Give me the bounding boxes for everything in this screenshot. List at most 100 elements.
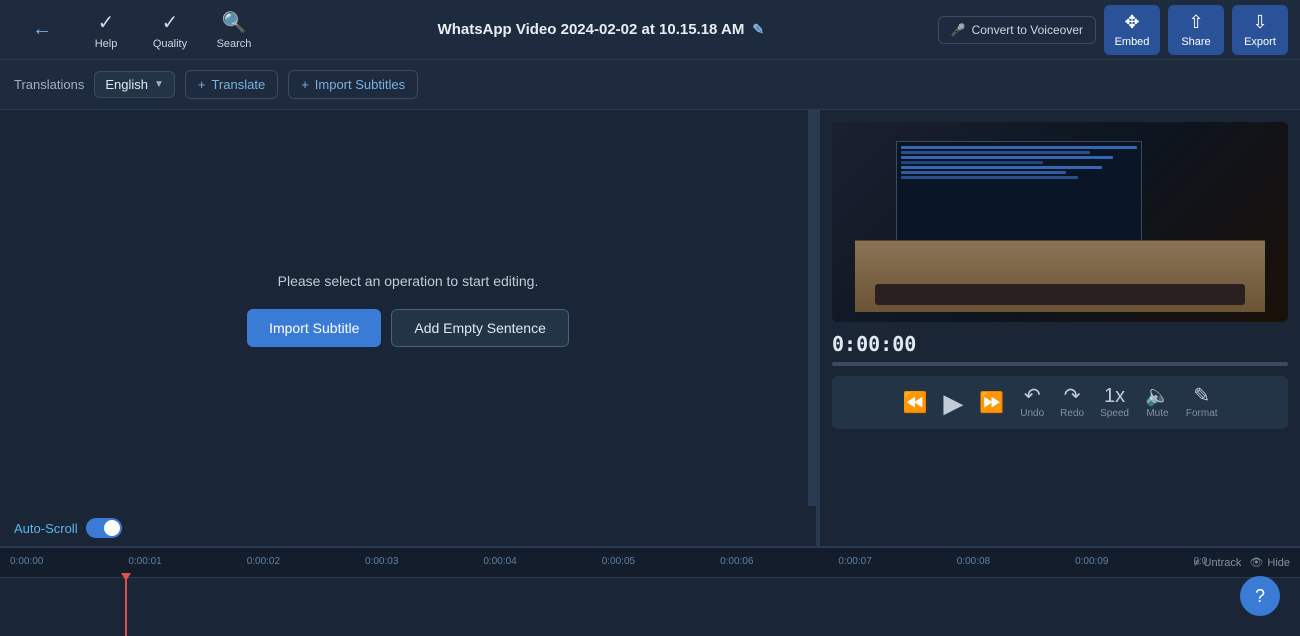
timeline-track[interactable] — [0, 578, 1300, 636]
language-value: English — [105, 77, 148, 92]
rewind-group: ⏪ — [902, 393, 927, 413]
timestamp-mark: 0:00:00 — [10, 556, 43, 567]
timeline-controls-right: ≠ Untrack 👁 Hide — [1193, 556, 1290, 569]
navbar: ← ✓ Help ✓ Quality 🔍 Search WhatsApp Vid… — [0, 0, 1300, 60]
translate-label: Translate — [211, 77, 265, 92]
hide-icon: 👁 — [1249, 556, 1263, 569]
video-preview — [832, 122, 1288, 322]
video-thumbnail — [832, 122, 1288, 322]
export-button[interactable]: ⇩ Export — [1232, 5, 1288, 55]
mute-group: 🔈 Mute — [1145, 386, 1170, 419]
code-line — [901, 151, 1090, 154]
export-icon: ⇩ — [1252, 12, 1267, 33]
timestamp-mark: 0:00:07 — [838, 556, 871, 567]
hide-label: Hide — [1267, 557, 1290, 569]
convert-voiceover-button[interactable]: 🎤 Convert to Voiceover — [938, 16, 1096, 44]
timestamp-mark: 0:00:02 — [247, 556, 280, 567]
export-label: Export — [1244, 36, 1276, 48]
page-title: WhatsApp Video 2024-02-02 at 10.15.18 AM — [438, 21, 745, 38]
main-content: Please select an operation to start edit… — [0, 110, 1300, 546]
playhead — [125, 578, 127, 636]
auto-scroll-label: Auto-Scroll — [14, 521, 78, 536]
play-button[interactable]: ▶ — [943, 390, 963, 416]
help-fab-button[interactable]: ? — [1240, 576, 1280, 616]
timeline-timestamps: 0:00:00 0:00:01 0:00:02 0:00:03 0:00:04 0:00:… — [10, 550, 1193, 576]
mute-button[interactable]: 🔈 — [1145, 386, 1170, 406]
search-icon: 🔍 — [222, 10, 247, 35]
redo-label: Redo — [1060, 408, 1084, 419]
subtitle-bar: Translations English ▼ + Translate + Imp… — [0, 60, 1300, 110]
scroll-track[interactable] — [808, 110, 816, 506]
translate-icon: + — [198, 77, 206, 92]
speed-button[interactable]: 1x — [1104, 386, 1125, 406]
quality-button[interactable]: ✓ Quality — [140, 3, 200, 57]
back-button[interactable]: ← — [12, 3, 72, 57]
hands-area — [855, 240, 1265, 312]
search-button[interactable]: 🔍 Search — [204, 3, 264, 57]
time-display: 0:00:00 — [832, 332, 916, 356]
timeline-header: 0:00:000:00:010:00:020:00:030:00:040:00:… — [0, 548, 1300, 578]
convert-icon: 🎤 — [951, 23, 966, 37]
share-label: Share — [1181, 36, 1210, 48]
editing-area: Please select an operation to start edit… — [0, 110, 816, 510]
timestamp-mark: 0:00:06 — [720, 556, 753, 567]
speed-group: 1x Speed — [1100, 386, 1129, 419]
language-selector[interactable]: English ▼ — [94, 71, 175, 98]
translate-button[interactable]: + Translate — [185, 70, 278, 99]
editing-prompt: Please select an operation to start edit… — [278, 273, 539, 289]
timestamp-mark: 0:00:01 — [128, 556, 161, 567]
time-section: 0:00:00 — [832, 332, 1288, 366]
editing-actions: Import Subtitle Add Empty Sentence — [247, 309, 569, 347]
code-line — [901, 156, 1114, 159]
timestamp-mark: 0:00:04 — [483, 556, 516, 567]
timestamp-mark: 0:0 — [1193, 556, 1207, 567]
hide-button[interactable]: 👁 Hide — [1249, 556, 1290, 569]
undo-button[interactable]: ↶ — [1024, 386, 1041, 406]
format-group: ✎ Format — [1186, 386, 1218, 419]
help-nav-label: Help — [95, 38, 118, 50]
import-subtitle-button[interactable]: Import Subtitle — [247, 309, 381, 347]
auto-scroll-toggle[interactable] — [86, 518, 122, 538]
fastforward-button[interactable]: ⏩ — [979, 393, 1004, 413]
format-label: Format — [1186, 408, 1218, 419]
timestamp-mark: 0:00:03 — [365, 556, 398, 567]
nav-left: ← ✓ Help ✓ Quality 🔍 Search — [12, 3, 264, 57]
timestamp-mark: 0:00:05 — [602, 556, 635, 567]
nav-title: WhatsApp Video 2024-02-02 at 10.15.18 AM… — [264, 21, 938, 38]
rewind-button[interactable]: ⏪ — [902, 393, 927, 413]
undo-group: ↶ Undo — [1020, 386, 1044, 419]
keyboard-simulation — [875, 284, 1244, 305]
untrack-label: Untrack — [1204, 557, 1242, 569]
speed-value: 1x — [1104, 385, 1125, 407]
embed-button[interactable]: ✥ Embed — [1104, 5, 1160, 55]
auto-scroll-bar: Auto-Scroll — [0, 510, 816, 546]
progress-bar[interactable] — [832, 362, 1288, 366]
help-nav-button[interactable]: ✓ Help — [76, 3, 136, 57]
left-panel: Please select an operation to start edit… — [0, 110, 820, 546]
nav-right: 🎤 Convert to Voiceover ✥ Embed ⇧ Share ⇩… — [938, 5, 1288, 55]
laptop-simulation — [855, 132, 1265, 312]
code-line — [901, 161, 1043, 164]
speed-label: Speed — [1100, 408, 1129, 419]
add-empty-sentence-button[interactable]: Add Empty Sentence — [391, 309, 569, 347]
code-line — [901, 176, 1078, 179]
mute-label: Mute — [1146, 408, 1168, 419]
quality-icon: ✓ — [162, 10, 179, 35]
edit-title-icon[interactable]: ✎ — [752, 21, 764, 38]
undo-label: Undo — [1020, 408, 1044, 419]
code-line — [901, 171, 1066, 174]
video-controls: ⏪ ▶ ⏩ ↶ Undo ↷ Redo 1x Speed 🔈 — [832, 376, 1288, 429]
share-button[interactable]: ⇧ Share — [1168, 5, 1224, 55]
redo-button[interactable]: ↷ — [1064, 386, 1081, 406]
share-icon: ⇧ — [1188, 12, 1203, 33]
embed-label: Embed — [1115, 36, 1150, 48]
import-subtitles-button[interactable]: + Import Subtitles — [288, 70, 418, 99]
quality-label: Quality — [153, 38, 187, 50]
format-button[interactable]: ✎ — [1193, 386, 1210, 406]
code-line — [901, 146, 1137, 149]
code-line — [901, 166, 1102, 169]
embed-icon: ✥ — [1124, 12, 1139, 33]
right-panel: 0:00:00 ⏪ ▶ ⏩ ↶ Undo ↷ Redo — [820, 110, 1300, 546]
convert-label: Convert to Voiceover — [972, 23, 1083, 37]
back-icon: ← — [32, 18, 52, 41]
